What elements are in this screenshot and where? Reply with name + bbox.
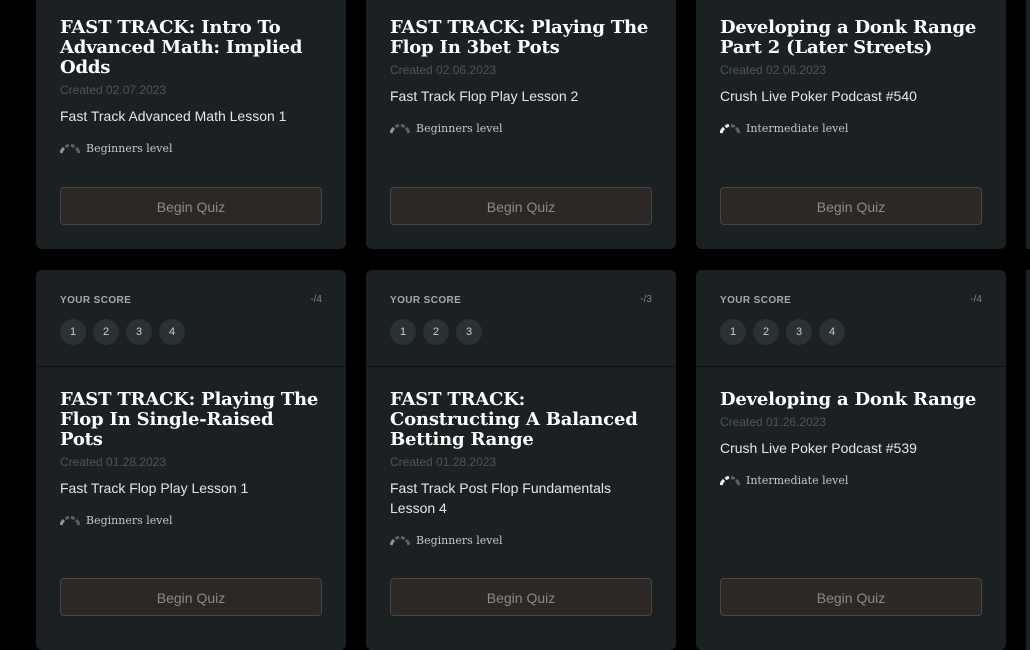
card-title[interactable]: Developing a Donk Range Part 2 (Later St…	[720, 18, 982, 58]
question-indicators: 1 2 3	[390, 319, 482, 345]
question-number[interactable]: 1	[720, 319, 746, 345]
quiz-card: FAST TRACK: Intro To Advanced Math: Impl…	[36, 0, 346, 249]
partial-card-edge	[1026, 270, 1030, 650]
difficulty-level: Intermediate level	[720, 122, 982, 135]
question-number[interactable]: 3	[456, 319, 482, 345]
beginners-level-icon	[60, 515, 80, 525]
card-title[interactable]: FAST TRACK: Constructing A Balanced Bett…	[390, 390, 652, 450]
difficulty-level: Beginners level	[60, 142, 322, 155]
question-number[interactable]: 3	[126, 319, 152, 345]
beginners-level-icon	[60, 143, 80, 153]
difficulty-level: Beginners level	[390, 122, 652, 135]
card-subtitle: Fast Track Advanced Math Lesson 1	[60, 108, 287, 124]
level-label: Intermediate level	[746, 474, 849, 487]
quiz-card: YOUR SCORE -/4 1 2 3 4 Developing a Donk…	[696, 270, 1006, 650]
card-subtitle: Fast Track Flop Play Lesson 1	[60, 480, 249, 496]
difficulty-level: Beginners level	[390, 534, 652, 547]
score-value: -/4	[310, 294, 322, 305]
card-subtitle: Fast Track Post Flop Fundamentals Lesson…	[390, 480, 611, 516]
created-date: Created 01.26.2023	[720, 415, 827, 429]
card-title[interactable]: FAST TRACK: Playing The Flop In 3bet Pot…	[390, 18, 652, 58]
question-number[interactable]: 4	[159, 319, 185, 345]
quiz-card: YOUR SCORE -/3 1 2 3 FAST TRACK: Constru…	[366, 270, 676, 650]
begin-quiz-button[interactable]: Begin Quiz	[720, 187, 982, 225]
level-label: Beginners level	[416, 122, 503, 135]
quiz-card: YOUR SCORE -/4 1 2 3 4 FAST TRACK: Playi…	[36, 270, 346, 650]
score-header: YOUR SCORE -/4 1 2 3 4	[36, 270, 346, 367]
score-header: YOUR SCORE -/4 1 2 3 4	[696, 270, 1006, 367]
question-number[interactable]: 2	[93, 319, 119, 345]
score-value: -/3	[640, 294, 652, 305]
begin-quiz-button[interactable]: Begin Quiz	[60, 187, 322, 225]
begin-quiz-button[interactable]: Begin Quiz	[390, 578, 652, 616]
begin-quiz-button[interactable]: Begin Quiz	[390, 187, 652, 225]
begin-quiz-button[interactable]: Begin Quiz	[720, 578, 982, 616]
question-number[interactable]: 1	[390, 319, 416, 345]
question-number[interactable]: 2	[423, 319, 449, 345]
card-subtitle: Fast Track Flop Play Lesson 2	[390, 88, 579, 104]
created-date: Created 02.06.2023	[720, 63, 827, 77]
your-score-label: YOUR SCORE	[720, 295, 792, 306]
card-subtitle: Crush Live Poker Podcast #539	[720, 440, 917, 456]
card-title[interactable]: FAST TRACK: Intro To Advanced Math: Impl…	[60, 18, 322, 78]
difficulty-level: Beginners level	[60, 514, 322, 527]
intermediate-level-icon	[720, 123, 740, 133]
your-score-label: YOUR SCORE	[390, 295, 462, 306]
created-date: Created 01.28.2023	[390, 455, 497, 469]
level-label: Beginners level	[416, 534, 503, 547]
partial-card-edge	[1026, 0, 1030, 249]
begin-quiz-button[interactable]: Begin Quiz	[60, 578, 322, 616]
created-date: Created 01.28.2023	[60, 455, 167, 469]
your-score-label: YOUR SCORE	[60, 295, 132, 306]
question-number[interactable]: 3	[786, 319, 812, 345]
difficulty-level: Intermediate level	[720, 474, 982, 487]
card-subtitle: Crush Live Poker Podcast #540	[720, 88, 917, 104]
score-value: -/4	[970, 294, 982, 305]
question-number[interactable]: 2	[753, 319, 779, 345]
score-header: YOUR SCORE -/3 1 2 3	[366, 270, 676, 367]
level-label: Beginners level	[86, 514, 173, 527]
quiz-card: FAST TRACK: Playing The Flop In 3bet Pot…	[366, 0, 676, 249]
level-label: Intermediate level	[746, 122, 849, 135]
intermediate-level-icon	[720, 475, 740, 485]
created-date: Created 02.06.2023	[390, 63, 497, 77]
card-title[interactable]: FAST TRACK: Playing The Flop In Single-R…	[60, 390, 322, 450]
question-indicators: 1 2 3 4	[60, 319, 185, 345]
card-title[interactable]: Developing a Donk Range	[720, 390, 982, 410]
question-indicators: 1 2 3 4	[720, 319, 845, 345]
beginners-level-icon	[390, 535, 410, 545]
created-date: Created 02.07.2023	[60, 83, 167, 97]
level-label: Beginners level	[86, 142, 173, 155]
quiz-card: Developing a Donk Range Part 2 (Later St…	[696, 0, 1006, 249]
question-number[interactable]: 4	[819, 319, 845, 345]
beginners-level-icon	[390, 123, 410, 133]
question-number[interactable]: 1	[60, 319, 86, 345]
